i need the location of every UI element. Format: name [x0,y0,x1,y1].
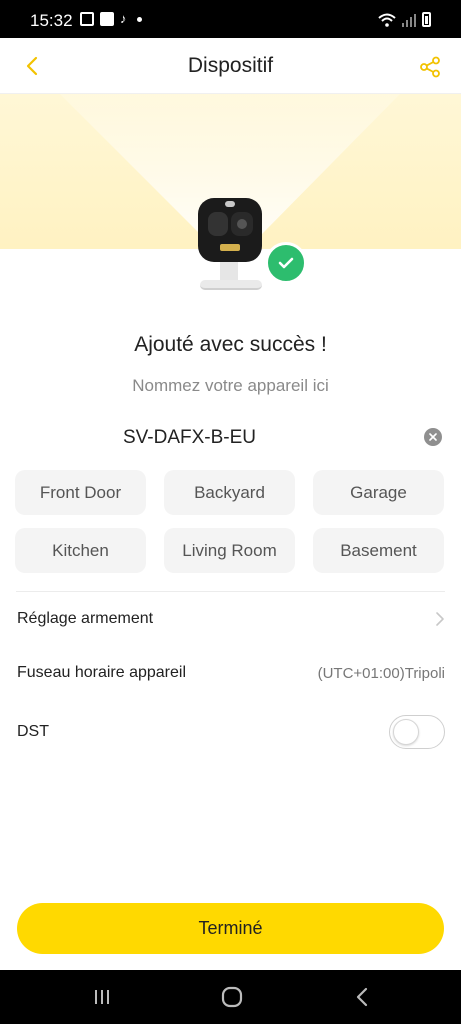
success-badge [265,242,307,284]
name-suggestions: Front Door Backyard Garage Kitchen Livin… [15,470,445,573]
check-icon [278,257,294,269]
timezone-setting-row[interactable]: Fuseau horaire appareil (UTC+01:00)Tripo… [17,658,445,688]
clear-input-button[interactable] [424,428,442,446]
arming-setting-label: Réglage armement [17,610,154,627]
status-time: 15:32 [30,11,73,30]
success-title: Ajouté avec succès ! [134,333,327,356]
recents-button[interactable] [82,984,122,1010]
system-nav-bar [0,970,461,1024]
chevron-right-icon [436,612,444,626]
hero-illustration [0,94,461,304]
arming-setting-row[interactable]: Réglage armement [17,604,445,634]
battery-icon [422,12,431,27]
suggestion-chip[interactable]: Backyard [164,470,295,515]
gallery-icon [80,12,94,26]
status-bar: 15:32 ♪ [0,0,461,38]
status-icons-left: ♪ [80,12,142,26]
suggestion-chip[interactable]: Basement [313,528,444,573]
device-name-input[interactable] [123,424,403,452]
page-title: Dispositif [187,54,274,77]
suggestion-chip[interactable]: Living Room [164,528,295,573]
wifi-icon [378,13,396,27]
signal-icon [402,14,416,27]
home-button[interactable] [212,984,252,1010]
suggestion-chip[interactable]: Kitchen [15,528,146,573]
home-icon [221,986,243,1008]
share-icon [420,56,440,78]
timezone-label: Fuseau horaire appareil [17,664,186,681]
app-header: Dispositif [0,38,461,94]
share-button[interactable] [415,52,445,82]
camera-image [198,198,262,292]
suggestion-chip[interactable]: Garage [313,470,444,515]
tiktok-icon: ♪ [120,11,127,26]
back-icon [356,987,368,1007]
system-back-button[interactable] [342,984,382,1010]
timezone-value: (UTC+01:00)Tripoli [317,664,445,682]
dst-setting-row: DST [17,715,445,749]
app-icon [100,12,114,26]
suggestion-chip[interactable]: Front Door [15,470,146,515]
done-button[interactable]: Terminé [17,903,444,954]
dot-icon [136,16,142,22]
name-hint: Nommez votre appareil ici [132,376,329,395]
close-icon [429,433,437,441]
toggle-knob [393,719,419,745]
dst-toggle[interactable] [389,715,445,749]
recents-icon [95,990,109,1004]
divider [16,591,445,592]
dst-label: DST [17,723,49,740]
status-icons-right [378,12,431,27]
